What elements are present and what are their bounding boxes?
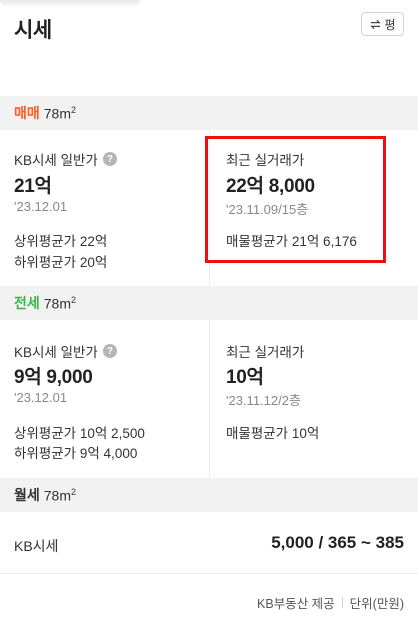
- jeonse-upper-avg: 상위평균가 10억 2,500: [14, 426, 145, 441]
- footer-divider: [341, 597, 343, 608]
- sale-recent-label: 최근 실거래가: [226, 153, 305, 168]
- sale-listing-avg: 매물평균가 21억 6,176: [226, 234, 357, 249]
- wolse-row: KB시세 5,000 / 365 ~ 385: [0, 512, 418, 574]
- wolse-kb-label: KB시세: [14, 538, 59, 554]
- column-divider: [209, 320, 210, 478]
- jeonse-type-label: 전세: [14, 295, 40, 311]
- jeonse-kb-price: 9억 9,000: [14, 367, 93, 388]
- jeonse-kb-column: KB시세 일반가 ? 9억 9,000 '23.12.01 상위평균가 10억 …: [14, 320, 204, 478]
- jeonse-area: 78m2: [43, 294, 77, 312]
- sale-type-label: 매매: [14, 105, 40, 121]
- sale-price-block: KB시세 일반가 ? 21억 '23.12.01 상위평균가 22억 하위평균가…: [0, 130, 418, 286]
- jeonse-recent-column: 최근 실거래가 10억 '23.11.12/2층 매물평균가 10억: [226, 320, 406, 478]
- wolse-section-header: 월세 78m2: [0, 478, 418, 512]
- sale-kb-date: '23.12.01: [14, 199, 68, 214]
- jeonse-kb-label: KB시세 일반가 ?: [14, 341, 117, 361]
- jeonse-price-block: KB시세 일반가 ? 9억 9,000 '23.12.01 상위평균가 10억 …: [0, 320, 418, 478]
- sale-recent-column: 최근 실거래가 22억 8,000 '23.11.09/15층 매물평균가 21…: [226, 130, 406, 286]
- wolse-type-label: 월세: [14, 487, 40, 503]
- unit-toggle-label: 평: [384, 17, 396, 32]
- sale-section-header: 매매 78m2: [0, 96, 418, 130]
- help-icon[interactable]: ?: [102, 344, 117, 358]
- sale-recent-date: '23.11.09/15층: [226, 202, 309, 217]
- jeonse-recent-price: 10억: [226, 367, 264, 388]
- wolse-area: 78m2: [43, 486, 77, 504]
- jeonse-recent-date: '23.11.12/2층: [226, 393, 301, 408]
- unit-text: 단위(만원): [349, 597, 404, 611]
- sale-kb-label: KB시세 일반가 ?: [14, 149, 117, 169]
- jeonse-recent-label: 최근 실거래가: [226, 345, 305, 360]
- sale-upper-avg: 상위평균가 22억: [14, 234, 108, 249]
- footer-info: KB부동산 제공 단위(만원): [257, 593, 404, 612]
- price-header: 시세 평: [0, 0, 418, 96]
- swap-arrows-icon: [370, 19, 382, 29]
- jeonse-listing-avg: 매물평균가 10억: [226, 426, 320, 441]
- unit-toggle-button[interactable]: 평: [361, 12, 404, 36]
- jeonse-kb-date: '23.12.01: [14, 390, 68, 405]
- sale-kb-column: KB시세 일반가 ? 21억 '23.12.01 상위평균가 22억 하위평균가…: [14, 130, 204, 286]
- jeonse-lower-avg: 하위평균가 9억 4,000: [14, 446, 138, 461]
- sale-kb-price: 21억: [14, 176, 52, 197]
- sale-area: 78m2: [43, 104, 77, 122]
- column-divider: [209, 130, 210, 286]
- sale-lower-avg: 하위평균가 20억: [14, 255, 108, 270]
- wolse-kb-value: 5,000 / 365 ~ 385: [271, 533, 404, 552]
- help-icon[interactable]: ?: [102, 152, 117, 166]
- jeonse-section-header: 전세 78m2: [0, 286, 418, 320]
- sale-recent-price: 22억 8,000: [226, 176, 315, 197]
- page-title: 시세: [14, 19, 52, 42]
- source-text: KB부동산 제공: [257, 597, 335, 611]
